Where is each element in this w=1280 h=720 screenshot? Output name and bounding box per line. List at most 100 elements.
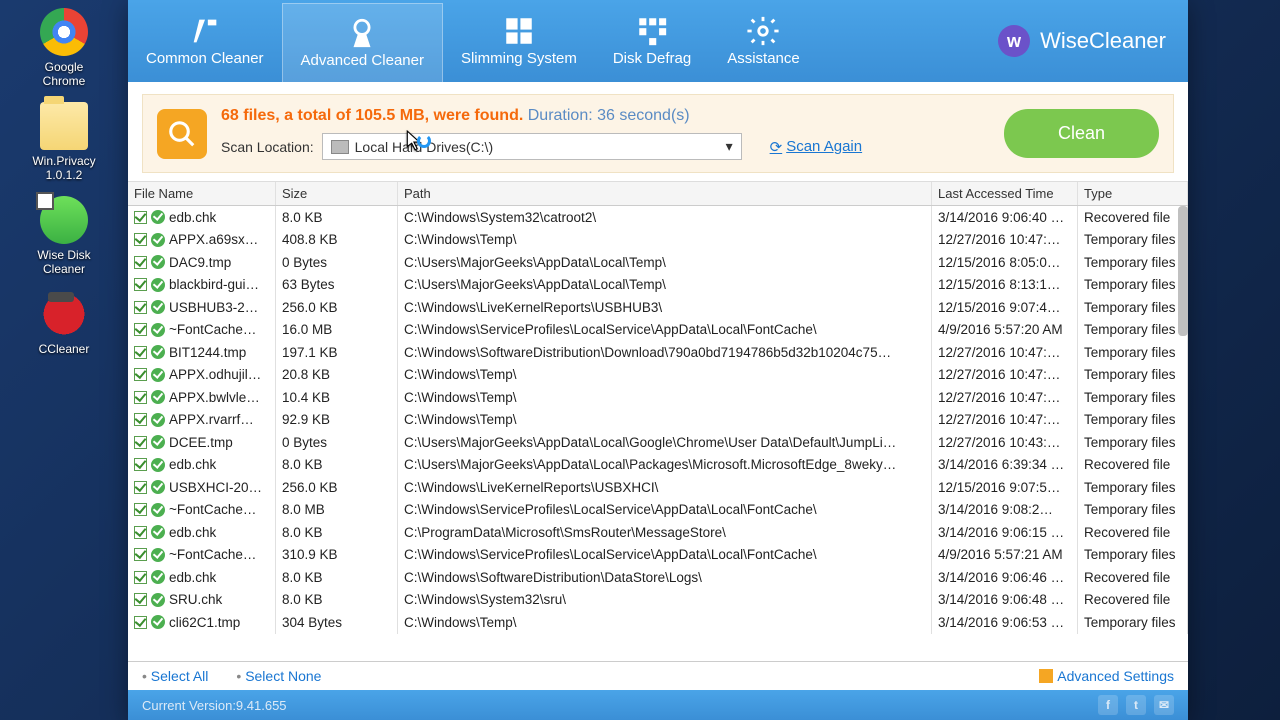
advanced-settings-link[interactable]: Advanced Settings (1039, 668, 1174, 684)
col-filename[interactable]: File Name (128, 182, 276, 205)
top-nav: Common CleanerAdvanced CleanerSlimming S… (128, 0, 1188, 82)
tab-disk-defrag[interactable]: Disk Defrag (595, 0, 709, 82)
cell-type: Temporary files (1078, 228, 1188, 251)
table-row[interactable]: USBXHCI-20…256.0 KBC:\Windows\LiveKernel… (128, 476, 1188, 499)
scan-location-select[interactable]: Local Hard Drives(C:\) ▾ (322, 133, 742, 160)
cell-filename: SRU.chk (169, 592, 222, 607)
table-row[interactable]: APPX.a69sx…408.8 KBC:\Windows\Temp\12/27… (128, 229, 1188, 252)
table-row[interactable]: USBHUB3-2…256.0 KBC:\Windows\LiveKernelR… (128, 296, 1188, 319)
scan-again-link[interactable]: ⟳ Scan Again (770, 138, 862, 156)
row-checkbox[interactable] (134, 256, 147, 269)
row-checkbox[interactable] (134, 391, 147, 404)
cell-path: C:\Windows\System32\catroot2\ (398, 206, 932, 229)
col-time[interactable]: Last Accessed Time (932, 182, 1078, 205)
table-row[interactable]: edb.chk8.0 KBC:\Users\MajorGeeks\AppData… (128, 454, 1188, 477)
table-row[interactable]: blackbird-gui…63 BytesC:\Users\MajorGeek… (128, 274, 1188, 297)
cell-filename: edb.chk (169, 457, 216, 472)
row-checkbox[interactable] (134, 526, 147, 539)
table-row[interactable]: APPX.rvarrf…92.9 KBC:\Windows\Temp\12/27… (128, 409, 1188, 432)
table-row[interactable]: cli62C1.tmp304 BytesC:\Windows\Temp\3/14… (128, 611, 1188, 634)
cell-filename: DAC9.tmp (169, 255, 231, 270)
desktop-icon[interactable]: Win.Privacy 1.0.1.2 (26, 102, 102, 182)
table-row[interactable]: edb.chk8.0 KBC:\Windows\System32\catroot… (128, 206, 1188, 229)
tab-slimming-system[interactable]: Slimming System (443, 0, 595, 82)
row-checkbox[interactable] (134, 436, 147, 449)
cell-path: C:\Windows\Temp\ (398, 228, 932, 251)
row-checkbox[interactable] (134, 278, 147, 291)
cell-path: C:\Windows\System32\sru\ (398, 588, 932, 611)
col-type[interactable]: Type (1078, 182, 1188, 205)
row-checkbox[interactable] (134, 301, 147, 314)
check-icon (151, 480, 165, 494)
row-checkbox[interactable] (134, 211, 147, 224)
row-checkbox[interactable] (134, 571, 147, 584)
cell-path: C:\ProgramData\Microsoft\SmsRouter\Messa… (398, 521, 932, 544)
desktop-icon[interactable]: Google Chrome (26, 8, 102, 88)
row-checkbox[interactable] (134, 616, 147, 629)
twitter-icon[interactable]: t (1126, 695, 1146, 715)
table-row[interactable]: ~FontCache…8.0 MBC:\Windows\ServiceProfi… (128, 499, 1188, 522)
tab-common-cleaner[interactable]: Common Cleaner (128, 0, 282, 82)
cell-path: C:\Windows\LiveKernelReports\USBHUB3\ (398, 296, 932, 319)
row-checkbox[interactable] (134, 413, 147, 426)
table-row[interactable]: edb.chk8.0 KBC:\ProgramData\Microsoft\Sm… (128, 521, 1188, 544)
duration-text: Duration: 36 second(s) (528, 107, 690, 124)
desktop-icon[interactable]: Wise Disk Cleaner (26, 196, 102, 276)
cell-time: 4/9/2016 5:57:20 AM (932, 318, 1078, 341)
cell-time: 12/15/2016 9:07:4… (932, 296, 1078, 319)
facebook-icon[interactable]: f (1098, 695, 1118, 715)
select-none-link[interactable]: Select None (236, 668, 321, 684)
row-checkbox[interactable] (134, 458, 147, 471)
tab-assistance[interactable]: Assistance (709, 0, 818, 82)
row-checkbox[interactable] (134, 346, 147, 359)
cell-size: 256.0 KB (276, 296, 398, 319)
check-icon (151, 570, 165, 584)
cell-time: 12/27/2016 10:47:… (932, 228, 1078, 251)
table-row[interactable]: APPX.odhujil…20.8 KBC:\Windows\Temp\12/2… (128, 364, 1188, 387)
table-row[interactable]: APPX.bwlvle…10.4 KBC:\Windows\Temp\12/27… (128, 386, 1188, 409)
col-path[interactable]: Path (398, 182, 932, 205)
cell-time: 3/14/2016 9:06:15 … (932, 521, 1078, 544)
cell-filename: ~FontCache… (169, 547, 256, 562)
clean-button[interactable]: Clean (1004, 109, 1159, 158)
col-size[interactable]: Size (276, 182, 398, 205)
table-row[interactable]: ~FontCache…16.0 MBC:\Windows\ServiceProf… (128, 319, 1188, 342)
check-icon (151, 323, 165, 337)
cell-type: Temporary files (1078, 611, 1188, 634)
row-checkbox[interactable] (134, 503, 147, 516)
desktop: Google Chrome Win.Privacy 1.0.1.2 Wise Dis… (0, 0, 128, 720)
table-row[interactable]: edb.chk8.0 KBC:\Windows\SoftwareDistribu… (128, 566, 1188, 589)
desktop-icon[interactable]: CCleaner (26, 290, 102, 356)
tab-advanced-cleaner[interactable]: Advanced Cleaner (282, 3, 443, 82)
app-window: Common CleanerAdvanced CleanerSlimming S… (128, 0, 1188, 720)
chevron-down-icon: ▾ (726, 138, 733, 155)
cell-path: C:\Windows\LiveKernelReports\USBXHCI\ (398, 476, 932, 499)
row-checkbox[interactable] (134, 548, 147, 561)
table-row[interactable]: SRU.chk8.0 KBC:\Windows\System32\sru\3/1… (128, 589, 1188, 612)
mail-icon[interactable]: ✉ (1154, 695, 1174, 715)
grid-footer: Select All Select None Advanced Settings (128, 661, 1188, 690)
table-row[interactable]: ~FontCache…310.9 KBC:\Windows\ServicePro… (128, 544, 1188, 567)
cell-time: 12/27/2016 10:47:… (932, 341, 1078, 364)
icon-label: Win.Privacy 1.0.1.2 (26, 154, 102, 182)
grid-body[interactable]: edb.chk 8.0 KBC:\Windows\System32\catroot… (128, 206, 1188, 661)
cell-time: 12/27/2016 10:47:… (932, 408, 1078, 431)
scrollbar[interactable] (1178, 206, 1188, 336)
check-icon (151, 615, 165, 629)
cell-size: 63 Bytes (276, 273, 398, 296)
cell-size: 16.0 MB (276, 318, 398, 341)
row-checkbox[interactable] (134, 323, 147, 336)
row-checkbox[interactable] (134, 481, 147, 494)
cell-size: 0 Bytes (276, 251, 398, 274)
cell-type: Recovered file (1078, 588, 1188, 611)
select-all-link[interactable]: Select All (142, 668, 208, 684)
row-checkbox[interactable] (134, 593, 147, 606)
cell-size: 8.0 KB (276, 206, 398, 229)
row-checkbox[interactable] (134, 233, 147, 246)
table-row[interactable]: DAC9.tmp0 BytesC:\Users\MajorGeeks\AppDa… (128, 251, 1188, 274)
row-checkbox[interactable] (134, 368, 147, 381)
cell-path: C:\Users\MajorGeeks\AppData\Local\Google… (398, 431, 932, 454)
table-row[interactable]: DCEE.tmp0 BytesC:\Users\MajorGeeks\AppDa… (128, 431, 1188, 454)
table-row[interactable]: BIT1244.tmp197.1 KBC:\Windows\SoftwareDi… (128, 341, 1188, 364)
cell-path: C:\Windows\Temp\ (398, 611, 932, 634)
